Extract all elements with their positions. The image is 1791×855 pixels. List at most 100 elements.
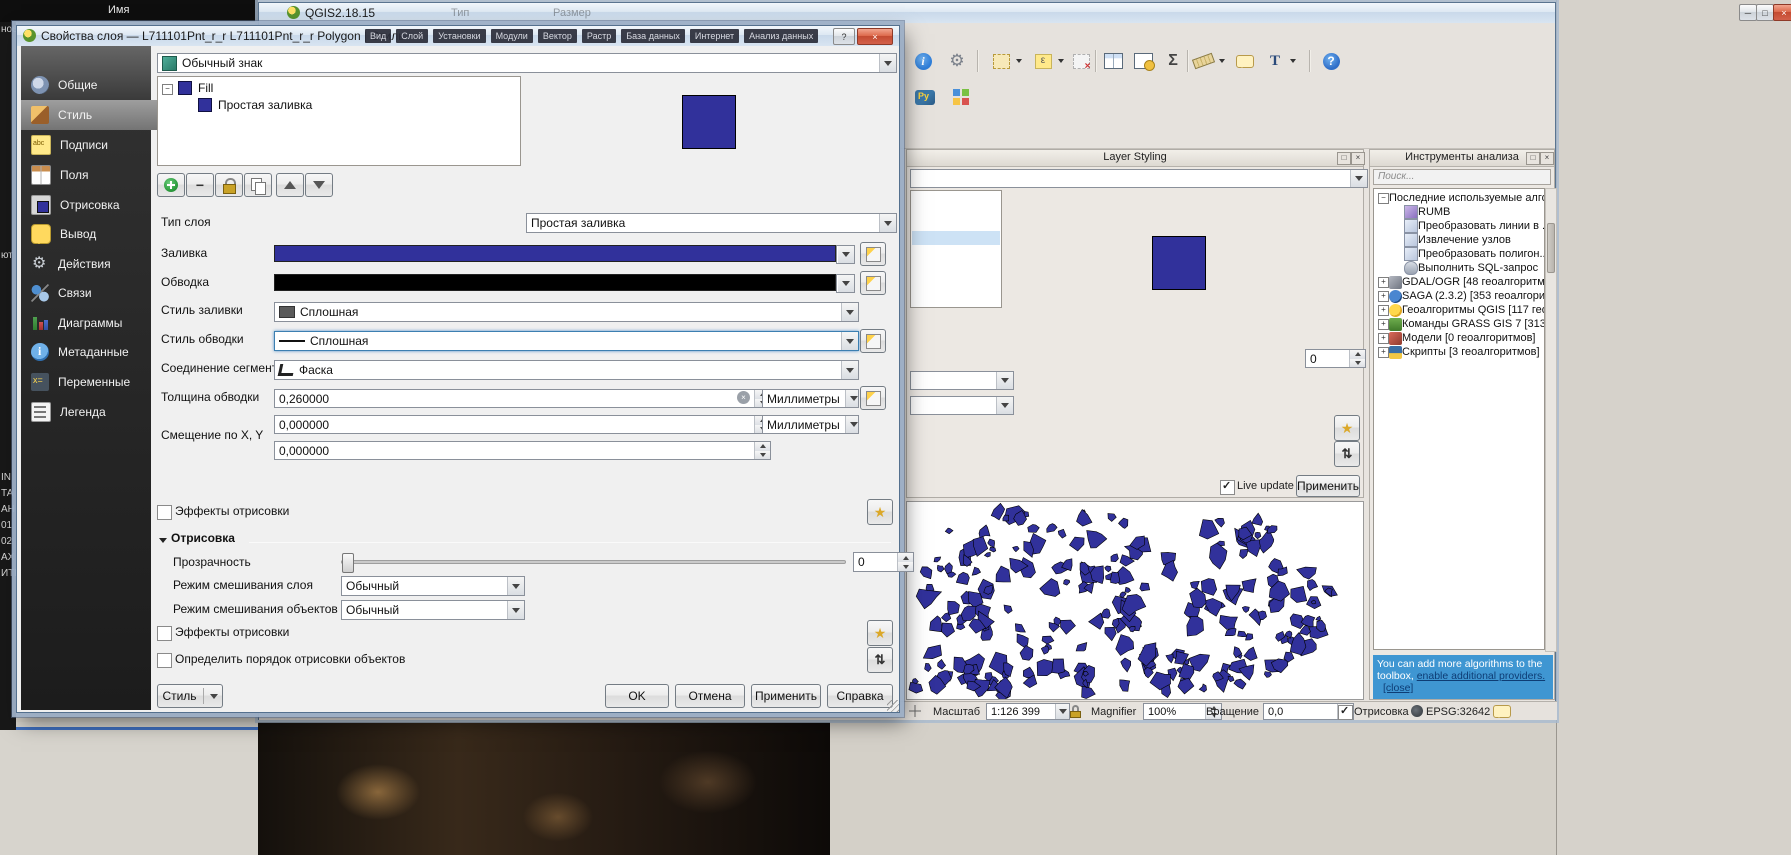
layer-type-combo[interactable]: Простая заливка (526, 213, 897, 233)
symbol-tree-child-label[interactable]: Простая заливка (218, 98, 312, 112)
style-menu-button[interactable]: Стиль (157, 684, 223, 708)
statistics-button[interactable] (1161, 49, 1185, 73)
symbol-tree-panel[interactable]: − Fill Простая заливка (157, 76, 521, 166)
render-checkbox[interactable] (1338, 705, 1353, 720)
stroke-style-combo[interactable]: Сплошная (274, 331, 859, 351)
stroke-width-spinner[interactable]: 0,260000 (274, 389, 771, 408)
lock-icon[interactable] (1069, 704, 1083, 718)
tree-item-algorithm[interactable]: RUMB (1404, 205, 1450, 219)
message-log-icon[interactable] (1493, 705, 1511, 718)
measure-button[interactable] (1191, 49, 1215, 73)
sidebar-item-joins[interactable]: Связи (21, 278, 161, 308)
chevron-down-icon[interactable] (1219, 59, 1225, 63)
rendering-group-collapse-icon[interactable] (159, 538, 167, 543)
expand-icon[interactable]: + (1378, 291, 1389, 302)
tree-item-provider-models[interactable]: + Модели [0 геоалгоритмов] (1378, 331, 1536, 345)
fill-style-combo[interactable]: Сплошная (274, 302, 859, 322)
chevron-down-icon[interactable] (1058, 59, 1064, 63)
feature-blending-combo[interactable]: Обычный (341, 600, 525, 620)
menu-item-plugins[interactable]: Модули (491, 29, 533, 43)
sidebar-item-fields[interactable]: Поля (21, 160, 161, 190)
sidebar-item-metadata[interactable]: Метаданные (21, 337, 161, 367)
collapse-icon[interactable]: − (1378, 193, 1389, 204)
sidebar-item-display[interactable]: Вывод (21, 219, 161, 249)
add-symbol-layer-button[interactable] (157, 173, 185, 197)
stroke-width-override-button[interactable] (860, 386, 886, 410)
deselect-button[interactable] (1069, 49, 1093, 73)
tree-item-provider-saga[interactable]: + SAGA (2.3.2) [353 геоалгори... (1378, 289, 1545, 303)
join-style-combo[interactable]: Фаска (274, 360, 859, 380)
layer-blending-combo[interactable]: Обычный (341, 576, 525, 596)
panel-close-button[interactable]: × (1540, 152, 1554, 165)
menu-item-view[interactable]: Вид (365, 29, 391, 43)
styling-layer-combo[interactable] (910, 169, 1368, 188)
map-canvas[interactable] (906, 501, 1364, 700)
group-effects-customize-button[interactable] (867, 620, 893, 646)
expand-icon[interactable]: + (1378, 305, 1389, 316)
menu-item-layer[interactable]: Слой (396, 29, 428, 43)
dialog-close-button[interactable]: × (857, 28, 893, 45)
offset-y-spinner[interactable]: 0,000000 (274, 441, 771, 460)
maximize-button[interactable]: □ (1756, 4, 1774, 21)
tree-item-provider-qgis[interactable]: + Геоалгоритмы QGIS [117 гео... (1378, 303, 1545, 317)
resize-grip[interactable] (887, 700, 899, 712)
stroke-style-override-button[interactable] (860, 329, 886, 353)
feature-order-button[interactable] (867, 647, 893, 673)
styling-effects-button[interactable] (1334, 415, 1360, 441)
cancel-button[interactable]: Отмена (675, 684, 745, 708)
feature-order-checkbox[interactable] (157, 653, 172, 668)
effects-customize-button[interactable] (867, 499, 893, 525)
draw-effects-checkbox[interactable] (157, 505, 172, 520)
styling-transparency-spinner[interactable]: 0 (1305, 349, 1366, 368)
menu-item-vector[interactable]: Вектор (538, 29, 577, 43)
menu-item-settings[interactable]: Установки (433, 29, 485, 43)
spinner-buttons[interactable] (897, 553, 913, 571)
move-down-button[interactable] (305, 173, 333, 197)
maptips-button[interactable] (1233, 49, 1257, 73)
help-dialog-button[interactable]: Справка (827, 684, 893, 708)
sidebar-item-variables[interactable]: Переменные (21, 367, 161, 397)
tree-item-algorithm[interactable]: Преобразовать полигон... (1404, 247, 1545, 261)
chevron-down-icon[interactable] (1016, 59, 1022, 63)
identify-button[interactable] (911, 49, 935, 73)
stroke-color-override-button[interactable] (860, 271, 886, 295)
scale-combo[interactable]: 1:126 399 (986, 703, 1070, 720)
menu-item-processing[interactable]: Анализ данных (744, 29, 818, 43)
text-annotation-button[interactable] (1263, 49, 1287, 73)
stroke-width-units-combo[interactable]: Миллиметры (762, 389, 859, 408)
expand-icon[interactable]: + (1378, 277, 1389, 288)
transparency-spinner[interactable]: 0 (853, 552, 914, 572)
fill-color-override-button[interactable] (860, 242, 886, 266)
styling-blend-combo-1[interactable] (910, 371, 1014, 390)
toolbox-scrollbar[interactable] (1545, 188, 1557, 652)
collapse-icon[interactable]: − (162, 84, 173, 95)
styling-apply-button[interactable]: Применить (1296, 475, 1360, 497)
close-button[interactable]: × (1773, 4, 1791, 21)
expand-icon[interactable]: + (1378, 319, 1389, 330)
sidebar-item-general[interactable]: Общие (21, 70, 161, 100)
tree-item-algorithm[interactable]: Преобразовать линии в ... (1404, 219, 1545, 233)
toolbox-search-input[interactable]: Поиск... (1373, 169, 1551, 185)
styling-symbol-list[interactable] (910, 190, 1002, 308)
dialog-help-button[interactable]: ? (833, 28, 855, 45)
menu-item-web[interactable]: Интернет (690, 29, 739, 43)
tree-item-algorithm[interactable]: Извлечение узлов (1404, 233, 1511, 247)
panel-close-button[interactable]: × (1351, 152, 1365, 165)
styling-blend-combo-2[interactable] (910, 396, 1014, 415)
close-link[interactable]: [close] (1383, 682, 1413, 694)
clear-icon[interactable] (737, 391, 750, 404)
lock-symbol-button[interactable] (215, 173, 243, 197)
sidebar-item-diagrams[interactable]: Диаграммы (21, 308, 161, 338)
help-button[interactable] (1319, 49, 1343, 73)
tree-item-recent[interactable]: − Последние используемые алгор... (1378, 191, 1545, 205)
select-expression-button[interactable] (1031, 49, 1055, 73)
transparency-slider[interactable] (341, 560, 846, 564)
chevron-down-icon[interactable] (1290, 59, 1296, 63)
styling-order-button[interactable] (1334, 441, 1360, 467)
group-draw-effects-checkbox[interactable] (157, 626, 172, 641)
live-update-checkbox[interactable] (1220, 480, 1235, 495)
expand-icon[interactable]: + (1378, 333, 1389, 344)
fill-color-button[interactable] (274, 245, 836, 262)
duplicate-symbol-button[interactable] (244, 173, 272, 197)
renderer-combo[interactable]: Обычный знак (157, 53, 897, 73)
